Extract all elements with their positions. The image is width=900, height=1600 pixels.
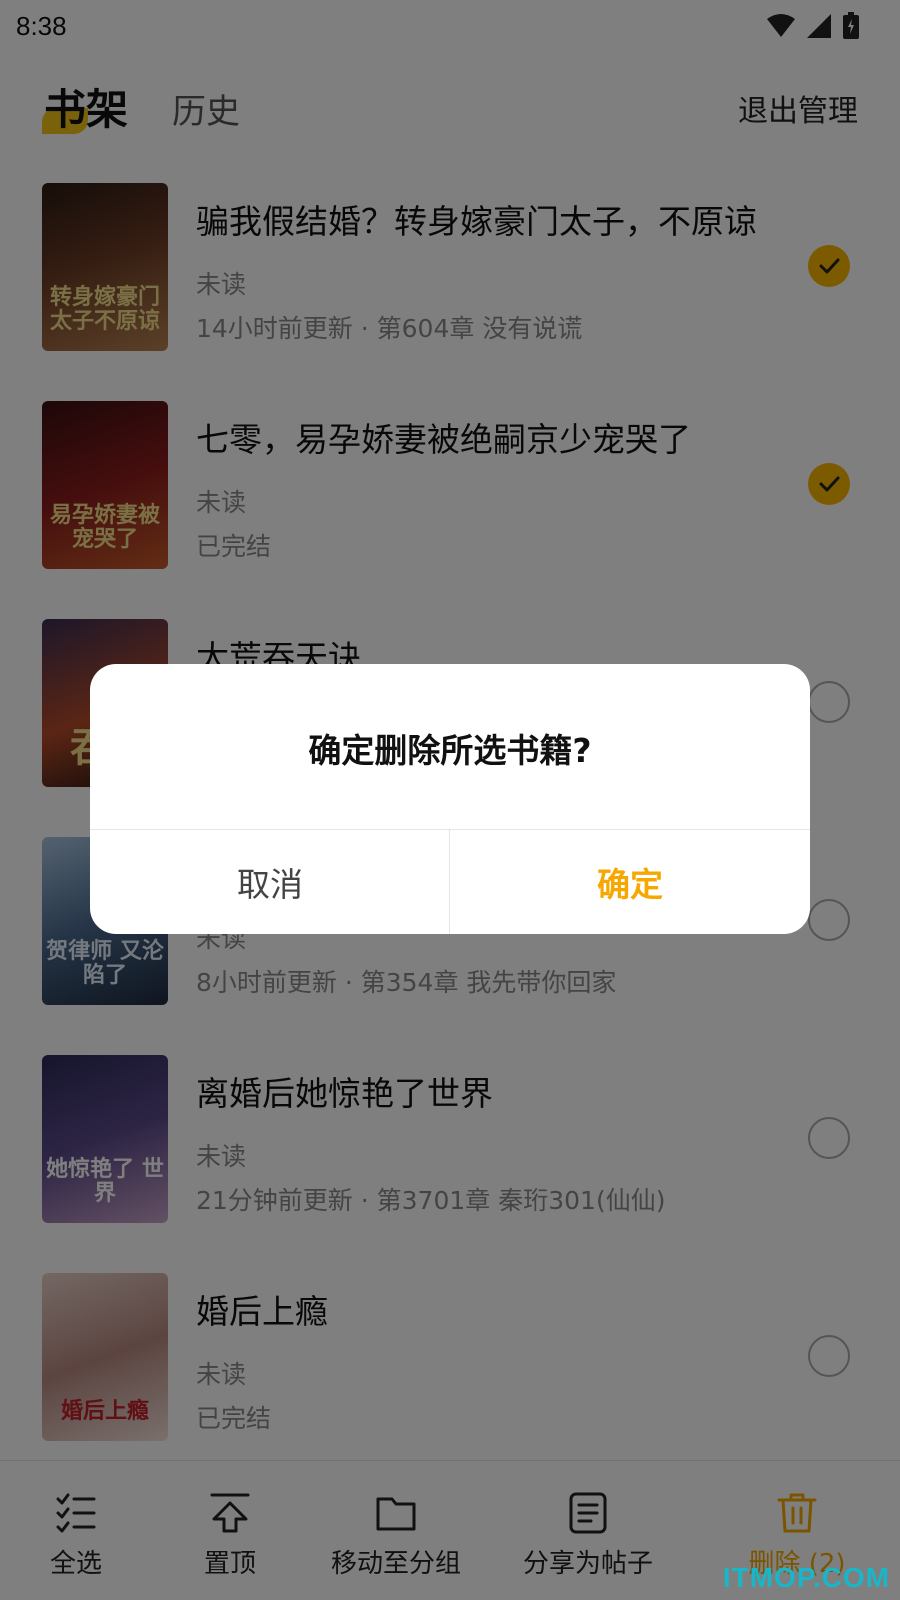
dialog-title: 确定删除所选书籍? <box>308 731 592 770</box>
watermark: ITMOP.COM <box>722 1562 890 1593</box>
confirm-button[interactable]: 确定 <box>450 829 810 934</box>
confirm-delete-dialog: 确定删除所选书籍? 取消 确定 <box>90 664 810 934</box>
cancel-button[interactable]: 取消 <box>90 829 450 934</box>
